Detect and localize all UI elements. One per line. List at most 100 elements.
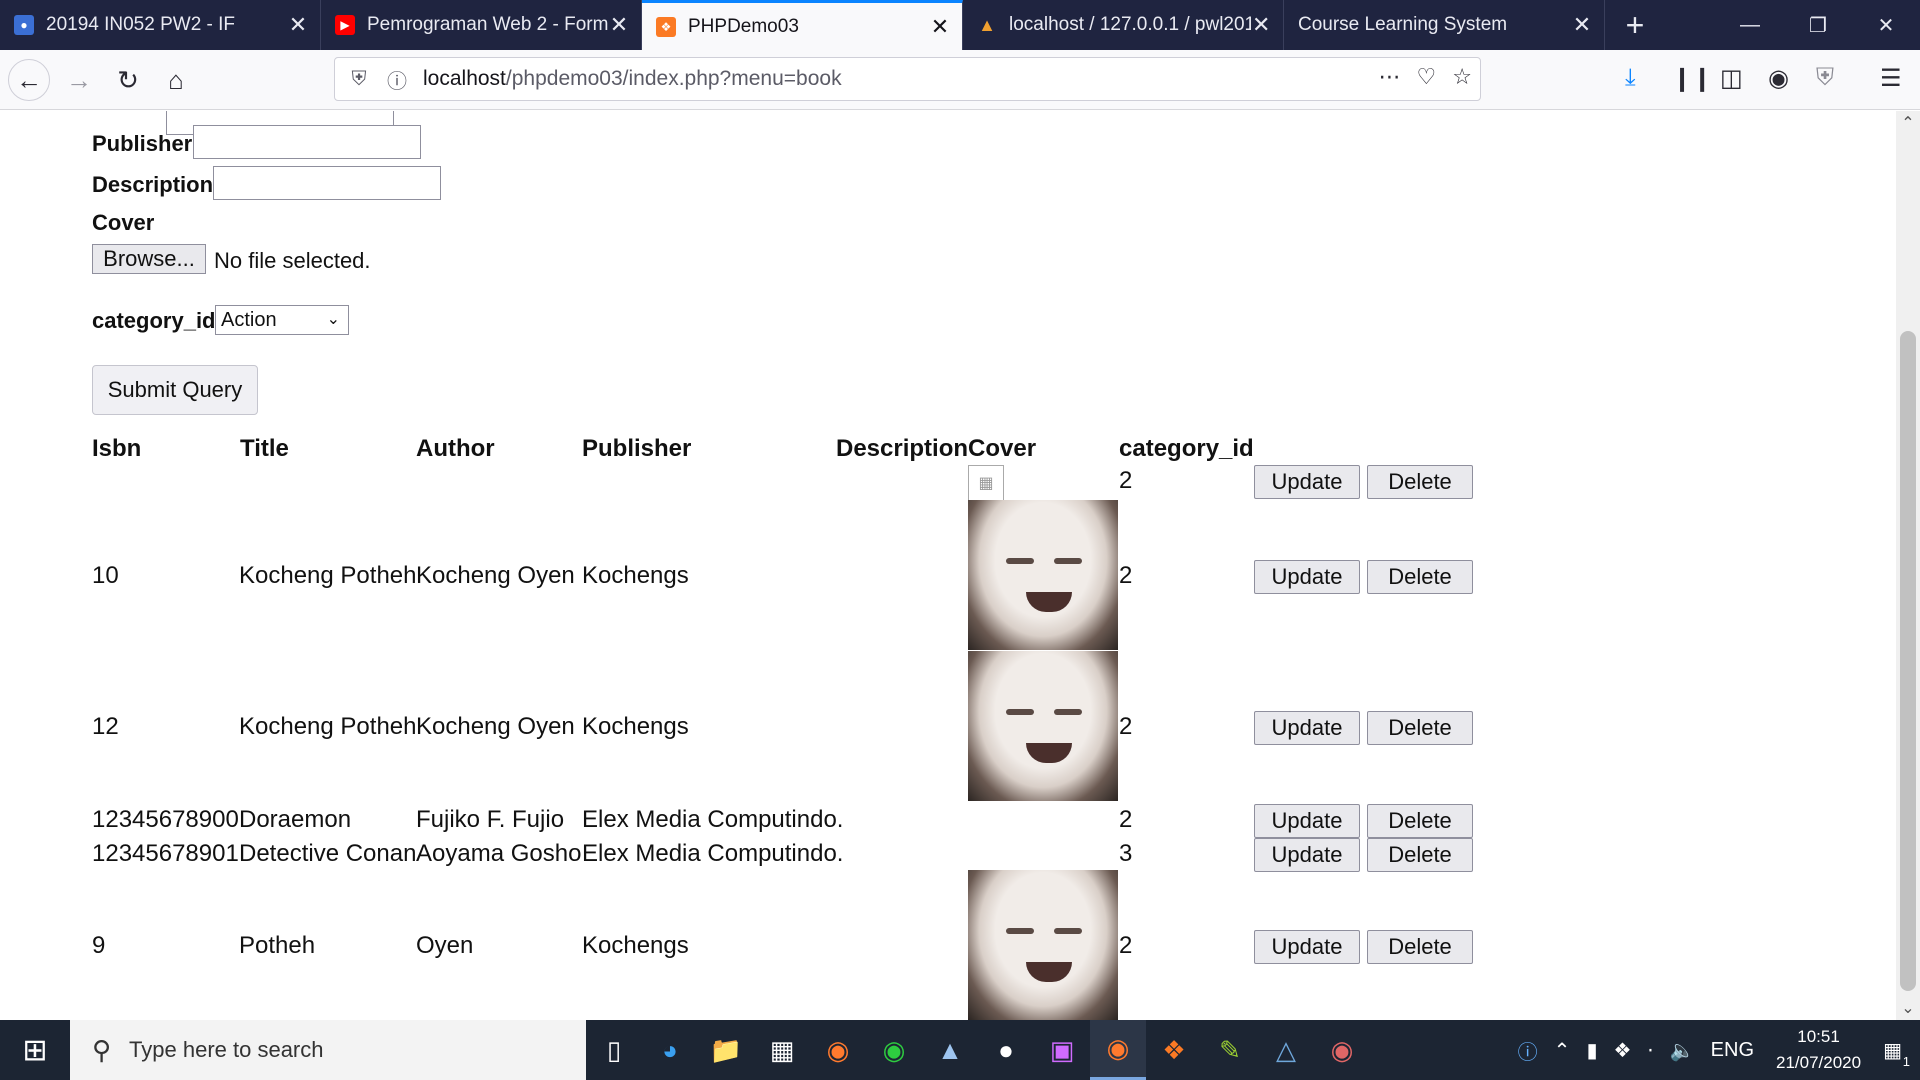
- delete-button[interactable]: Delete: [1367, 560, 1473, 594]
- tab-phpmyadmin[interactable]: ▲ localhost / 127.0.0.1 / pwl201 ✕: [963, 0, 1284, 50]
- extension-shield-icon[interactable]: ⛨: [1816, 64, 1834, 92]
- edge-icon[interactable]: ◕: [642, 1020, 698, 1080]
- cell-title: Kocheng Potheh: [239, 562, 417, 589]
- github-icon[interactable]: ●: [978, 1020, 1034, 1080]
- delete-button[interactable]: Delete: [1367, 711, 1473, 745]
- taskbar-search[interactable]: ⚲ Type here to search: [70, 1020, 586, 1080]
- cell-author: Aoyama Gosho: [416, 840, 582, 867]
- submit-query-button[interactable]: Submit Query: [92, 365, 258, 415]
- back-icon[interactable]: ←: [8, 59, 50, 101]
- windows-start-icon[interactable]: ⊞: [0, 1020, 70, 1080]
- cell-title: Detective Conan: [239, 840, 417, 867]
- windows-taskbar: ⊞ ⚲ Type here to search ▯ ◕ 📁 ▦ ◉ ◉ ▲ ● …: [0, 1020, 1920, 1080]
- close-icon[interactable]: ✕: [1251, 12, 1271, 38]
- url-text[interactable]: localhost/phpdemo03/index.php?menu=book: [423, 67, 842, 91]
- mysql-workbench-icon[interactable]: △: [1258, 1020, 1314, 1080]
- chevron-down-icon: ⌄: [326, 311, 340, 328]
- cell-isbn: 12: [92, 713, 119, 740]
- cell-category: 3: [1119, 840, 1133, 867]
- virtualbox-icon[interactable]: ▲: [922, 1020, 978, 1080]
- cover-image: [968, 500, 1118, 650]
- category-select[interactable]: Action ⌄: [215, 305, 349, 335]
- clock-time: 10:51: [1797, 1027, 1840, 1046]
- scrollbar-thumb[interactable]: [1900, 331, 1916, 991]
- shield-icon[interactable]: ⛨: [345, 68, 373, 91]
- line-icon[interactable]: ◉: [866, 1020, 922, 1080]
- header-title: Title: [240, 435, 289, 462]
- publisher-input[interactable]: [193, 125, 421, 159]
- delete-button[interactable]: Delete: [1367, 465, 1473, 499]
- tab-title: Course Learning System: [1298, 14, 1508, 35]
- update-button[interactable]: Update: [1254, 465, 1360, 499]
- url-host: localhost: [423, 67, 506, 90]
- file-explorer-icon[interactable]: 📁: [698, 1020, 754, 1080]
- cell-title: Potheh: [239, 932, 316, 959]
- screen-recorder-icon[interactable]: ◉: [1314, 1020, 1370, 1080]
- update-button[interactable]: Update: [1254, 930, 1360, 964]
- firefox-active-icon[interactable]: ◉: [1090, 1020, 1146, 1080]
- cover-image: [968, 651, 1118, 801]
- cell-publisher: Kochengs: [582, 562, 689, 589]
- help-icon[interactable]: ⓘ: [1518, 1036, 1538, 1065]
- restore-icon[interactable]: ❐: [1784, 0, 1852, 50]
- firefox-icon[interactable]: ◉: [810, 1020, 866, 1080]
- cell-isbn: 12345678900: [92, 806, 239, 833]
- new-tab-button[interactable]: +: [1605, 0, 1665, 50]
- forward-icon[interactable]: →: [58, 59, 100, 101]
- wifi-icon[interactable]: ⋅: [1647, 1038, 1653, 1063]
- battery-icon[interactable]: ▮: [1586, 1038, 1597, 1063]
- dropbox-icon[interactable]: ❖: [1613, 1038, 1631, 1063]
- chevron-up-icon[interactable]: ⌃: [1554, 1038, 1571, 1063]
- cell-title: Kocheng Potheh: [239, 713, 417, 740]
- more-actions-icon[interactable]: ⋯: [1379, 64, 1401, 90]
- download-icon[interactable]: ⤓: [1625, 64, 1636, 92]
- xampp-icon[interactable]: ❖: [1146, 1020, 1202, 1080]
- tab-course-learning[interactable]: Course Learning System ✕: [1284, 0, 1605, 50]
- clock[interactable]: 10:51 21/07/2020: [1776, 1024, 1861, 1076]
- tab-title: 20194 IN052 PW2 - IF: [46, 14, 236, 35]
- cell-publisher: Kochengs: [582, 713, 689, 740]
- language-indicator[interactable]: ENG: [1711, 1039, 1754, 1062]
- phpstorm-icon[interactable]: ▣: [1034, 1020, 1090, 1080]
- bookmark-star-icon[interactable]: ☆: [1452, 64, 1472, 90]
- cell-isbn: 9: [92, 932, 106, 959]
- close-icon[interactable]: ✕: [609, 12, 629, 38]
- close-icon[interactable]: ✕: [930, 14, 950, 40]
- window-close-icon[interactable]: ✕: [1852, 0, 1920, 50]
- minimize-icon[interactable]: —: [1716, 0, 1784, 50]
- delete-button[interactable]: Delete: [1367, 930, 1473, 964]
- tab-youtube[interactable]: ▶ Pemrograman Web 2 - Form ✕: [321, 0, 642, 50]
- scroll-down-icon[interactable]: ⌄: [1896, 998, 1920, 1018]
- home-icon[interactable]: ⌂: [155, 59, 197, 101]
- library-icon[interactable]: ❙❙: [1672, 64, 1712, 93]
- account-icon[interactable]: ◉: [1768, 64, 1789, 93]
- scroll-up-icon[interactable]: ⌃: [1896, 113, 1920, 133]
- menu-icon[interactable]: ☰: [1880, 64, 1902, 93]
- tab-pw2[interactable]: ● 20194 IN052 PW2 - IF ✕: [0, 0, 321, 50]
- tab-phpdemo03[interactable]: ❖ PHPDemo03 ✕: [642, 0, 963, 50]
- update-button[interactable]: Update: [1254, 711, 1360, 745]
- page-scrollbar[interactable]: ⌃ ⌄: [1896, 111, 1920, 1020]
- close-icon[interactable]: ✕: [1572, 12, 1592, 38]
- delete-button[interactable]: Delete: [1367, 838, 1473, 872]
- browse-button[interactable]: Browse...: [92, 244, 206, 274]
- url-bar[interactable]: ⛨ ⓘ localhost/phpdemo03/index.php?menu=b…: [334, 57, 1481, 101]
- store-icon[interactable]: ▦: [754, 1020, 810, 1080]
- sidebar-icon[interactable]: ◫: [1720, 64, 1743, 93]
- notification-icon[interactable]: ▦ 1: [1883, 1038, 1910, 1069]
- info-icon[interactable]: ⓘ: [383, 65, 411, 94]
- pocket-icon[interactable]: ♡: [1417, 64, 1437, 90]
- update-button[interactable]: Update: [1254, 560, 1360, 594]
- volume-icon[interactable]: 🔈: [1670, 1038, 1695, 1063]
- search-icon: ⚲: [92, 1034, 112, 1065]
- description-input[interactable]: [213, 166, 441, 200]
- task-view-icon[interactable]: ▯: [586, 1020, 642, 1080]
- notepadpp-icon[interactable]: ✎: [1202, 1020, 1258, 1080]
- cell-category: 2: [1119, 806, 1133, 833]
- delete-button[interactable]: Delete: [1367, 804, 1473, 838]
- cover-image: [968, 870, 1118, 1020]
- update-button[interactable]: Update: [1254, 804, 1360, 838]
- reload-icon[interactable]: ↻: [107, 59, 149, 101]
- close-icon[interactable]: ✕: [288, 12, 308, 38]
- update-button[interactable]: Update: [1254, 838, 1360, 872]
